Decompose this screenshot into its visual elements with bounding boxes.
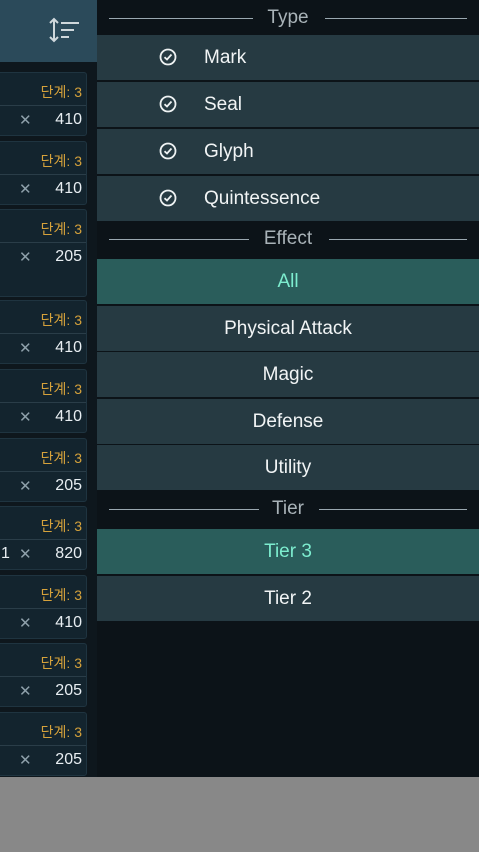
cross-icon: ✕ [19, 683, 32, 700]
cross-icon: ✕ [19, 340, 32, 357]
cross-icon: ✕ [19, 409, 32, 426]
filter-type-glyph[interactable]: Glyph [97, 129, 479, 174]
cost-value: 205 [55, 682, 82, 699]
list-item[interactable]: 단계: 3 ✕ 205 [0, 209, 87, 297]
filter-label: Seal [204, 94, 243, 115]
filter-effect-utility[interactable]: Utility [97, 445, 479, 490]
sort-icon[interactable] [48, 16, 80, 44]
list-item[interactable]: 단계: 3 1 ✕ 820 [0, 506, 87, 570]
divider [0, 676, 86, 677]
count-value: 1 [1, 545, 10, 562]
filter-effect-magic[interactable]: Magic [97, 352, 479, 397]
cost-value: 410 [55, 180, 82, 197]
filter-tier-2[interactable]: Tier 2 [97, 576, 479, 621]
cost-value: 410 [55, 111, 82, 128]
cross-icon: ✕ [19, 112, 32, 129]
cross-icon: ✕ [19, 249, 32, 266]
tier-label: 단계: 3 [40, 312, 82, 328]
divider [0, 402, 86, 403]
filter-effect-all[interactable]: All [97, 259, 479, 304]
tier-label: 단계: 3 [40, 381, 82, 397]
divider [0, 539, 86, 540]
cost-value: 410 [55, 408, 82, 425]
filter-label: Glyph [204, 141, 254, 162]
cross-icon: ✕ [19, 752, 32, 769]
header-rule-right [329, 239, 467, 240]
tier-label: 단계: 3 [40, 655, 82, 671]
tier-label: 단계: 3 [40, 724, 82, 740]
filter-label: Quintessence [204, 188, 321, 209]
list-item[interactable]: 단계: 3 ✕ 205 [0, 643, 87, 707]
divider [0, 174, 86, 175]
filter-label: Physical Attack [224, 318, 352, 339]
divider [0, 608, 86, 609]
cross-icon: ✕ [19, 181, 32, 198]
list-item[interactable]: 단계: 3 ✕ 410 [0, 575, 87, 639]
filter-tier-3[interactable]: Tier 3 [97, 529, 479, 574]
check-circle-icon [159, 48, 177, 66]
check-circle-icon [159, 189, 177, 207]
filter-type-seal[interactable]: Seal [97, 82, 479, 127]
cost-value: 205 [55, 751, 82, 768]
filter-type-quintessence[interactable]: Quintessence [97, 176, 479, 221]
header-rule-right [325, 18, 467, 19]
list-item[interactable]: 단계: 3 ✕ 410 [0, 300, 87, 364]
filter-label: Magic [262, 364, 314, 385]
cost-value: 820 [55, 545, 82, 562]
filter-label: Defense [252, 411, 324, 432]
cross-icon: ✕ [19, 615, 32, 632]
list-item[interactable]: 단계: 3 ✕ 410 [0, 72, 87, 136]
filter-label: All [277, 271, 299, 292]
cost-value: 205 [55, 248, 82, 265]
cost-value: 410 [55, 614, 82, 631]
check-circle-icon [159, 142, 177, 160]
cost-value: 205 [55, 477, 82, 494]
cross-icon: ✕ [19, 478, 32, 495]
section-header-effect: Effect [97, 221, 479, 257]
divider [0, 333, 86, 334]
section-header-tier: Tier [97, 491, 479, 527]
list-item[interactable]: 단계: 3 ✕ 205 [0, 438, 87, 502]
list-header [0, 0, 97, 62]
tier-label: 단계: 3 [40, 221, 82, 237]
list-item[interactable]: 단계: 3 ✕ 205 [0, 712, 87, 776]
filter-effect-defense[interactable]: Defense [97, 399, 479, 444]
filter-effect-physical-attack[interactable]: Physical Attack [97, 306, 479, 351]
tier-label: 단계: 3 [40, 153, 82, 169]
divider [0, 471, 86, 472]
divider [0, 105, 86, 106]
tier-label: 단계: 3 [40, 450, 82, 466]
list-item[interactable]: 단계: 3 ✕ 410 [0, 369, 87, 433]
divider [0, 745, 86, 746]
filter-label: Tier 2 [264, 588, 312, 609]
cost-value: 410 [55, 339, 82, 356]
filter-panel: Type Mark Seal Glyph Quintessence Effect… [97, 0, 479, 777]
filter-label: Tier 3 [264, 541, 312, 562]
filter-type-mark[interactable]: Mark [97, 35, 479, 80]
tier-label: 단계: 3 [40, 84, 82, 100]
list-item[interactable]: 단계: 3 ✕ 410 [0, 141, 87, 205]
item-list-panel: 단계: 3 ✕ 410 단계: 3 ✕ 410 단계: 3 ✕ 205 단계: … [0, 0, 97, 777]
tier-label: 단계: 3 [40, 518, 82, 534]
check-circle-icon [159, 95, 177, 113]
filter-label: Utility [264, 457, 312, 478]
divider [0, 242, 86, 243]
tier-label: 단계: 3 [40, 587, 82, 603]
section-header-type: Type [97, 0, 479, 36]
header-rule-right [319, 509, 467, 510]
filter-label: Mark [204, 47, 247, 68]
cross-icon: ✕ [19, 546, 32, 563]
